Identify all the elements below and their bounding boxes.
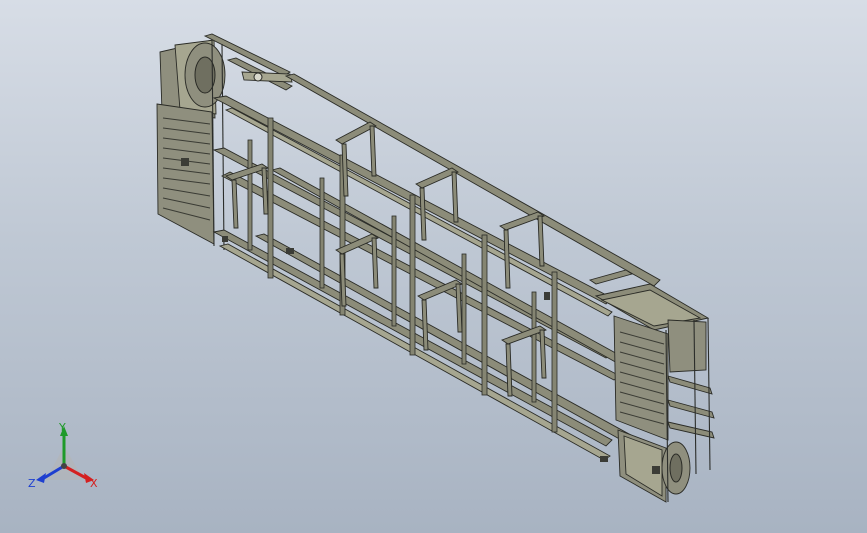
x-axis-label: X bbox=[90, 477, 98, 490]
right-end-frame[interactable] bbox=[594, 283, 715, 503]
orientation-triad: Y X Z bbox=[28, 421, 98, 490]
z-axis-label: Z bbox=[28, 477, 36, 490]
conveyor-frame-model[interactable]: Y X Z bbox=[0, 0, 867, 533]
y-axis-label: Y bbox=[58, 421, 66, 434]
graphics-viewport[interactable]: Y X Z bbox=[0, 0, 867, 533]
